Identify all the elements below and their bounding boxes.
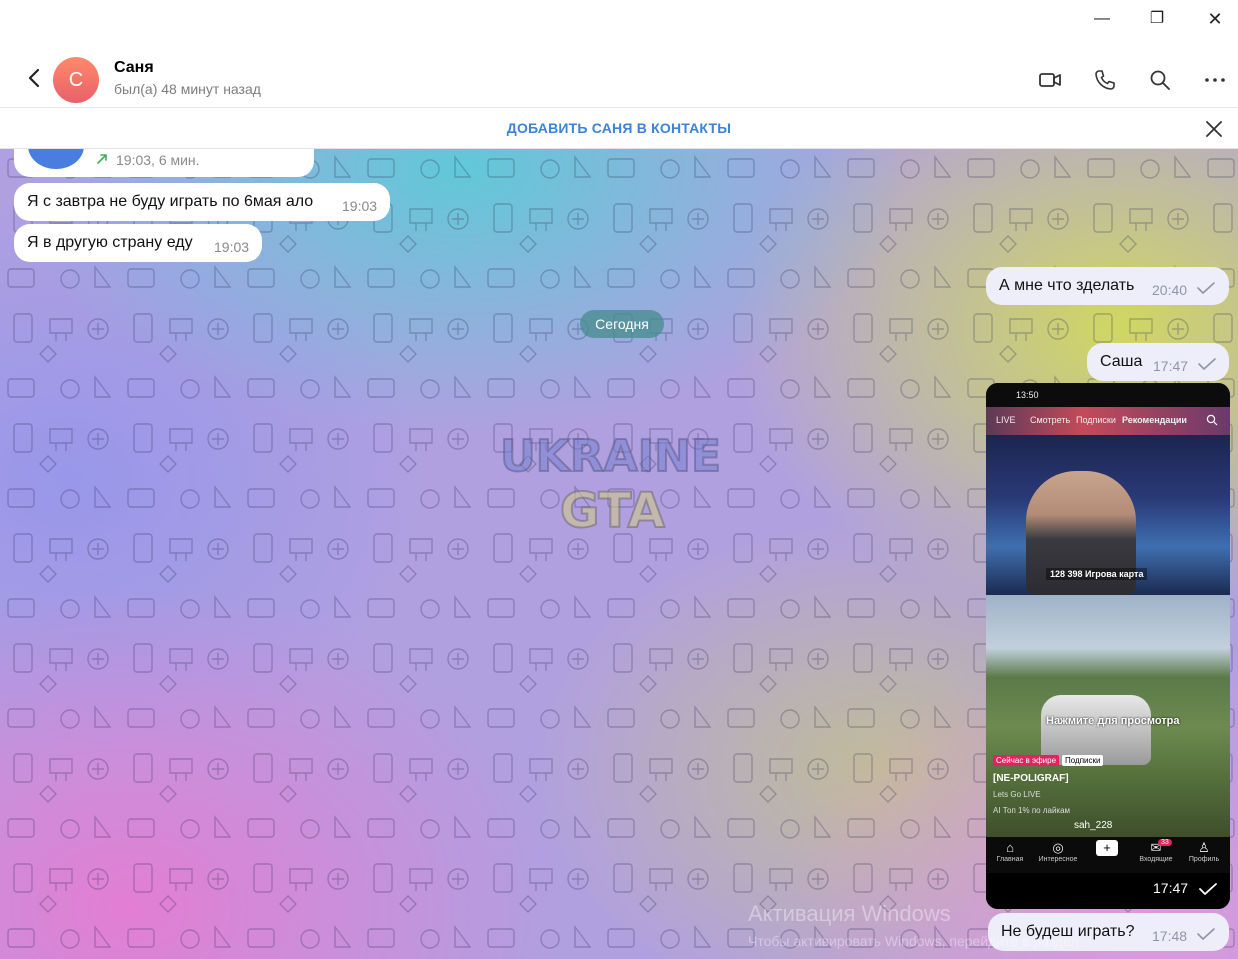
windows-activation-subtitle: Чтобы активировать Windows, перейдите в … [748, 933, 1079, 949]
outgoing-call-icon [97, 154, 107, 164]
add-contact-bar: ДОБАВИТЬ САНЯ В КОНТАКТЫ [0, 108, 1238, 149]
profile-icon: ♙ [1198, 840, 1210, 855]
app-tabs: LIVE Смотреть Подписки Рекомендации [986, 407, 1230, 435]
phone-system-bar [986, 873, 1230, 909]
svg-text:UKRAINE: UKRAINE [500, 431, 721, 482]
read-check-icon [1199, 883, 1217, 895]
stream-user: sah_228 [1074, 820, 1113, 831]
message-outgoing[interactable]: А мне что зделать 20:40 [986, 267, 1229, 305]
window-minimize-button[interactable]: — [1079, 6, 1125, 32]
read-check-icon [1197, 282, 1215, 294]
tab-subscriptions: Подписки [1076, 415, 1116, 425]
stream-preview-top: 128 398 Игрова карта [986, 435, 1230, 595]
search-icon[interactable] [1148, 68, 1172, 92]
read-check-icon [1197, 928, 1215, 940]
contact-name[interactable]: Саня [114, 59, 154, 77]
search-icon [1206, 414, 1218, 426]
app-bottom-nav: ⌂ Главная ◎ Интересное + ✉ Входящие 33 ♙ Про… [986, 837, 1230, 873]
message-time: 17:47 [1153, 880, 1189, 896]
compass-icon: ◎ [1052, 840, 1064, 855]
message-incoming[interactable]: Я в другую страну еду 19:03 [14, 224, 262, 262]
svg-text:GTA: GTA [560, 483, 665, 539]
windows-activation-title: Активация Windows [748, 901, 951, 926]
nav-create: + [1085, 840, 1129, 856]
message-time: 17:47 [1153, 358, 1189, 374]
contact-status: был(а) 48 минут назад [114, 81, 261, 97]
message-time: 19:03 [214, 239, 250, 255]
read-check-icon [1198, 358, 1216, 370]
media-message[interactable]: 13:50 LIVE Смотреть Подписки Рекомендаци… [986, 383, 1230, 909]
plus-icon: + [1096, 840, 1118, 856]
stream-preview-bottom: Нажмите для просмотра Сейчас в эфире Под… [986, 595, 1230, 837]
call-message[interactable]: 19:03, 6 мин. [14, 149, 314, 177]
message-time: 20:40 [1152, 282, 1188, 298]
nav-home: ⌂ Главная [988, 840, 1032, 863]
back-arrow-icon[interactable] [22, 64, 46, 92]
avatar[interactable]: С [53, 57, 99, 103]
message-incoming[interactable]: Я с завтра не буду играть по 6мая ало 19… [14, 183, 390, 221]
stream-description: Lets Go LIVE [993, 790, 1041, 799]
home-icon: ⌂ [1006, 840, 1014, 855]
nav-profile: ♙ Профиль [1182, 840, 1226, 863]
chat-area[interactable]: UKRAINE GTA 19:03, 6 мин. Я с завтра не … [0, 149, 1238, 959]
window-maximize-button[interactable]: ❐ [1134, 6, 1180, 32]
stream-caption: 128 398 Игрова карта [1046, 568, 1148, 580]
phone-time: 13:50 [1016, 390, 1039, 400]
call-avatar [28, 149, 84, 169]
message-outgoing[interactable]: Саша 17:47 [1087, 343, 1229, 381]
message-text: Я с завтра не буду играть по 6мая ало [27, 193, 314, 210]
tab-watch: Смотреть [1030, 415, 1071, 425]
message-text: Я в другую страну еду [27, 234, 193, 251]
call-time: 19:03, 6 мин. [116, 152, 200, 168]
window-close-button[interactable]: ✕ [1192, 6, 1238, 32]
channel-name: [NE-POLIGRAF] [993, 773, 1069, 784]
stream-ai-note: AI Топ 1% по лайкам [993, 806, 1071, 815]
message-text: А мне что зделать [999, 277, 1135, 294]
inbox-badge: 33 [1158, 839, 1172, 846]
watermark-logo: UKRAINE GTA [499, 430, 722, 539]
tab-recommendations: Рекомендации [1122, 415, 1187, 425]
tab-live: LIVE [996, 415, 1016, 425]
date-separator: Сегодня [580, 310, 664, 338]
video-call-icon[interactable] [1038, 68, 1062, 92]
add-contact-button[interactable]: ДОБАВИТЬ САНЯ В КОНТАКТЫ [0, 120, 1238, 136]
message-time: 17:48 [1152, 928, 1188, 944]
phone-icon[interactable] [1093, 68, 1117, 92]
subscribe-label: Подписки [1062, 755, 1104, 766]
message-text: Саша [1100, 353, 1143, 370]
chat-header: С Саня был(а) 48 минут назад [0, 48, 1238, 108]
nav-inbox: ✉ Входящие 33 [1134, 839, 1178, 863]
phone-status-bar: 13:50 [986, 383, 1230, 407]
close-icon[interactable] [1203, 118, 1225, 140]
message-time: 19:03 [342, 198, 378, 214]
live-label: Сейчас в эфире [993, 755, 1060, 766]
more-icon[interactable] [1203, 68, 1227, 92]
window-titlebar: — ❐ ✕ [0, 0, 1238, 48]
stream-overlay-text: Нажмите для просмотра [1046, 715, 1180, 727]
nav-discover: ◎ Интересное [1036, 840, 1080, 863]
